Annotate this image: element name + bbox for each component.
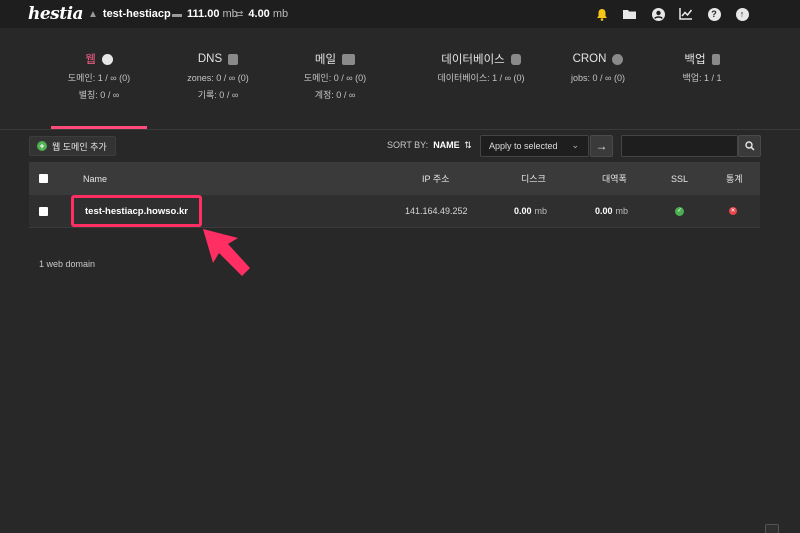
col-bandwidth[interactable]: 대역폭 xyxy=(602,162,627,195)
col-disk[interactable]: 디스크 xyxy=(521,162,546,195)
tab-database-count: 데이터베이스: 1 / ∞ (0) xyxy=(437,73,525,83)
search-button[interactable] xyxy=(738,135,761,157)
search-icon xyxy=(744,141,755,151)
user-account[interactable]: ▲ test-hestiacp xyxy=(88,0,171,28)
row-select-cell xyxy=(39,195,48,227)
stats-icon[interactable] xyxy=(672,0,700,28)
bandwidth-usage: ⇄ 4.00 mb xyxy=(235,0,288,28)
table-row: test-hestiacp.howso.kr 141.164.49.252 0.… xyxy=(29,195,760,228)
tab-backup-label: 백업 xyxy=(684,54,706,66)
row-disk-value: 0.00 xyxy=(514,206,532,216)
tab-mail[interactable]: 메일 도메인: 0 / ∞ (0) 계정: 0 / ∞ xyxy=(277,29,393,129)
plus-circle-icon: + xyxy=(37,141,47,151)
tab-dns[interactable]: DNS zones: 0 / ∞ (0) 기록: 0 / ∞ xyxy=(160,29,276,129)
upload-icon[interactable]: ↑ xyxy=(728,0,756,28)
select-all-cell xyxy=(39,162,48,195)
user-circle-icon[interactable] xyxy=(644,0,672,28)
domain-name-link[interactable]: test-hestiacp.howso.kr xyxy=(71,195,202,227)
mail-icon xyxy=(342,53,356,65)
user-name: test-hestiacp xyxy=(102,8,171,20)
tab-dns-records: 기록: 0 / ∞ xyxy=(197,90,239,100)
sort-by-label: SORT BY: xyxy=(387,140,429,150)
globe-icon xyxy=(101,53,113,65)
domain-count: 1 web domain xyxy=(39,259,96,269)
tab-mail-accounts: 계정: 0 / ∞ xyxy=(314,90,356,100)
tab-database-label: 데이터베이스 xyxy=(441,54,505,66)
add-web-domain-button[interactable]: + 웹 도메인 추가 xyxy=(29,136,116,156)
row-checkbox[interactable] xyxy=(39,206,48,216)
add-web-domain-label: 웹 도메인 추가 xyxy=(52,141,107,152)
sort-direction-icon: ⇅ xyxy=(464,140,472,150)
folder-icon[interactable] xyxy=(616,0,644,28)
tab-backup[interactable]: 백업 백업: 1 / 1 xyxy=(644,29,760,129)
bandwidth-usage-unit: mb xyxy=(272,8,289,20)
file-icon xyxy=(711,53,720,65)
clock-icon xyxy=(612,53,624,65)
tab-mail-domains: 도메인: 0 / ∞ (0) xyxy=(303,73,367,83)
tab-web-domains: 도메인: 1 / ∞ (0) xyxy=(67,73,131,83)
sort-by-control[interactable]: SORT BY: NAME ⇅ xyxy=(387,140,472,151)
tab-web-label: 웹 xyxy=(85,54,96,66)
hestia-logo[interactable]: hestia xyxy=(28,4,84,24)
hdd-icon: ▬ xyxy=(172,8,182,20)
bell-icon[interactable] xyxy=(588,0,616,28)
top-bar: hestia ▲ test-hestiacp ▬ 111.00 mb ⇄ 4.0… xyxy=(0,0,800,28)
bulk-action-select[interactable]: Apply to selected ⌄ xyxy=(480,135,589,157)
top-icon-bar: ? ↑ xyxy=(588,0,756,28)
col-name[interactable]: Name xyxy=(83,162,107,195)
col-ip[interactable]: IP 주소 xyxy=(422,162,449,195)
bulk-action-selected: Apply to selected xyxy=(489,141,558,151)
row-ip: 141.164.49.252 xyxy=(405,206,468,216)
help-icon[interactable]: ? xyxy=(700,0,728,28)
sort-by-value: NAME xyxy=(433,140,460,150)
database-icon xyxy=(510,53,521,65)
book-icon xyxy=(228,53,239,65)
pointer-arrow-icon xyxy=(203,229,250,276)
bandwidth-usage-value: 4.00 xyxy=(248,8,270,20)
apply-go-button[interactable]: → xyxy=(590,135,613,157)
table-header: Name IP 주소 디스크 대역폭 SSL 통계 xyxy=(29,162,760,195)
tab-mail-label: 메일 xyxy=(314,54,337,66)
user-icon: ▲ xyxy=(88,8,98,20)
row-bandwidth: 0.00 mb xyxy=(595,195,628,227)
row-stats: ✕ xyxy=(729,195,737,227)
tab-web[interactable]: 웹 도메인: 1 / ∞ (0) 별칭: 0 / ∞ xyxy=(41,29,157,129)
x-circle-icon: ✕ xyxy=(729,207,737,215)
disk-usage: ▬ 111.00 mb xyxy=(172,0,238,28)
keyboard-icon[interactable] xyxy=(765,524,779,533)
tab-dns-zones: zones: 0 / ∞ (0) xyxy=(187,73,249,83)
tab-cron[interactable]: CRON jobs: 0 / ∞ (0) xyxy=(540,29,656,129)
row-bandwidth-value: 0.00 xyxy=(595,206,613,216)
tab-cron-label: CRON xyxy=(572,53,607,65)
select-all-checkbox[interactable] xyxy=(39,174,48,183)
tab-web-aliases: 별칭: 0 / ∞ xyxy=(78,90,120,100)
col-ssl: SSL xyxy=(671,173,689,184)
tabs-divider xyxy=(0,129,800,130)
tab-dns-label: DNS xyxy=(197,53,223,65)
chevron-down-icon: ⌄ xyxy=(571,140,579,150)
col-stats: 통계 xyxy=(726,174,743,184)
row-ssl: ✓ xyxy=(675,195,684,227)
row-bandwidth-unit: mb xyxy=(615,206,629,216)
transfer-icon: ⇄ xyxy=(235,8,244,20)
tab-database[interactable]: 데이터베이스 데이터베이스: 1 / ∞ (0) xyxy=(411,29,551,129)
search-input[interactable] xyxy=(621,135,738,157)
panel-tabs: 웹 도메인: 1 / ∞ (0) 별칭: 0 / ∞ DNS zones: 0 … xyxy=(0,29,800,129)
row-disk-unit: mb xyxy=(534,206,548,216)
row-disk: 0.00 mb xyxy=(514,195,547,227)
check-circle-icon: ✓ xyxy=(675,206,684,216)
tab-cron-jobs: jobs: 0 / ∞ (0) xyxy=(571,73,625,83)
disk-usage-value: 111.00 xyxy=(187,8,220,20)
tab-backup-count: 백업: 1 / 1 xyxy=(682,73,722,83)
